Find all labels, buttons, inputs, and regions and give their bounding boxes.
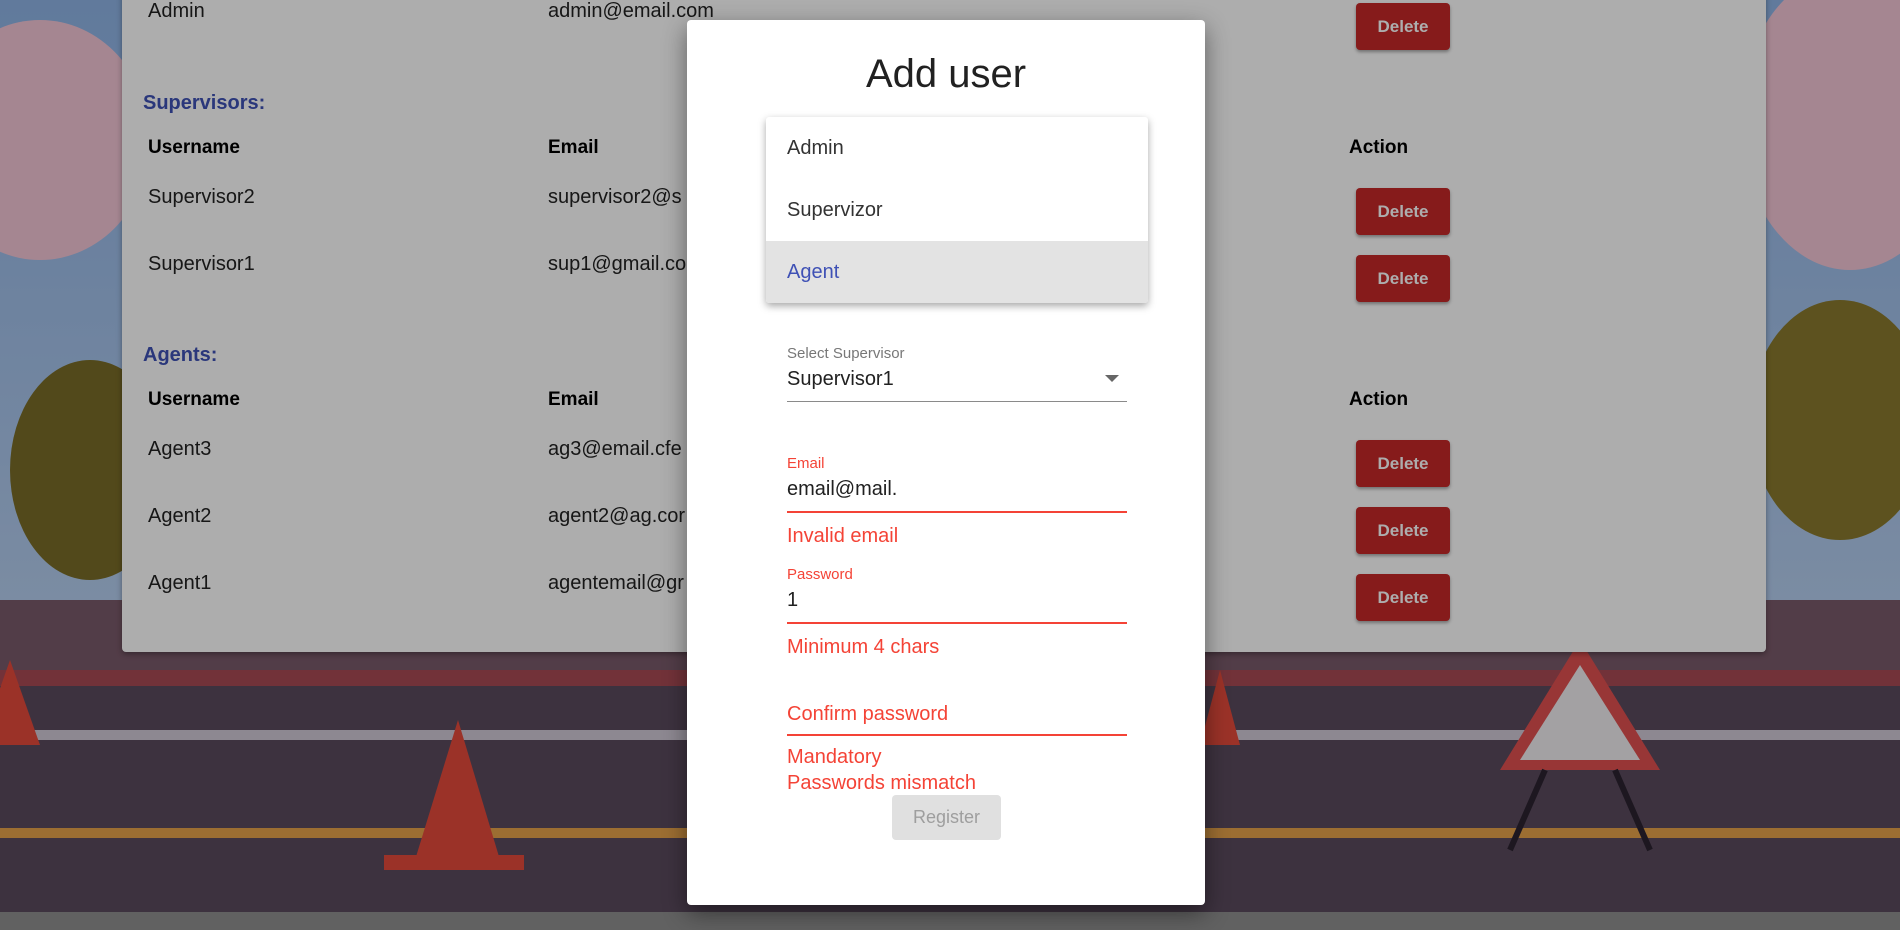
confirm-password-error-mandatory: Mandatory (787, 746, 882, 768)
confirm-password-placeholder: Confirm password (787, 703, 949, 725)
supervisor-select-underline (787, 401, 1127, 402)
chevron-down-icon (1105, 375, 1119, 382)
supervisor-select-label: Select Supervisor (787, 345, 905, 362)
email-error: Invalid email (787, 525, 899, 547)
role-option-agent[interactable]: Agent (766, 241, 1148, 303)
password-value: 1 (787, 589, 799, 611)
role-option-supervizor[interactable]: Supervizor (766, 179, 1148, 241)
email-field[interactable]: Email email@mail. (787, 455, 1127, 513)
email-label: Email (787, 455, 825, 472)
supervisor-select[interactable]: Select Supervisor Supervisor1 (787, 345, 1127, 402)
confirm-password-underline (787, 734, 1127, 736)
register-button[interactable]: Register (892, 795, 1001, 840)
role-option-admin[interactable]: Admin (766, 117, 1148, 179)
confirm-password-error-mismatch: Passwords mismatch (787, 772, 976, 794)
supervisor-select-value: Supervisor1 (787, 368, 894, 390)
password-error: Minimum 4 chars (787, 636, 940, 658)
password-underline (787, 622, 1127, 624)
dialog-title: Add user (865, 52, 1027, 96)
role-dropdown-menu: Admin Supervizor Agent (766, 117, 1148, 303)
email-value: email@mail. (787, 478, 898, 500)
email-underline (787, 511, 1127, 513)
add-user-dialog: Add user Admin Supervizor Agent Select S… (687, 20, 1205, 905)
password-field[interactable]: Password 1 (787, 566, 1127, 624)
password-label: Password (787, 566, 853, 583)
confirm-password-field[interactable]: Confirm password (787, 703, 1127, 736)
